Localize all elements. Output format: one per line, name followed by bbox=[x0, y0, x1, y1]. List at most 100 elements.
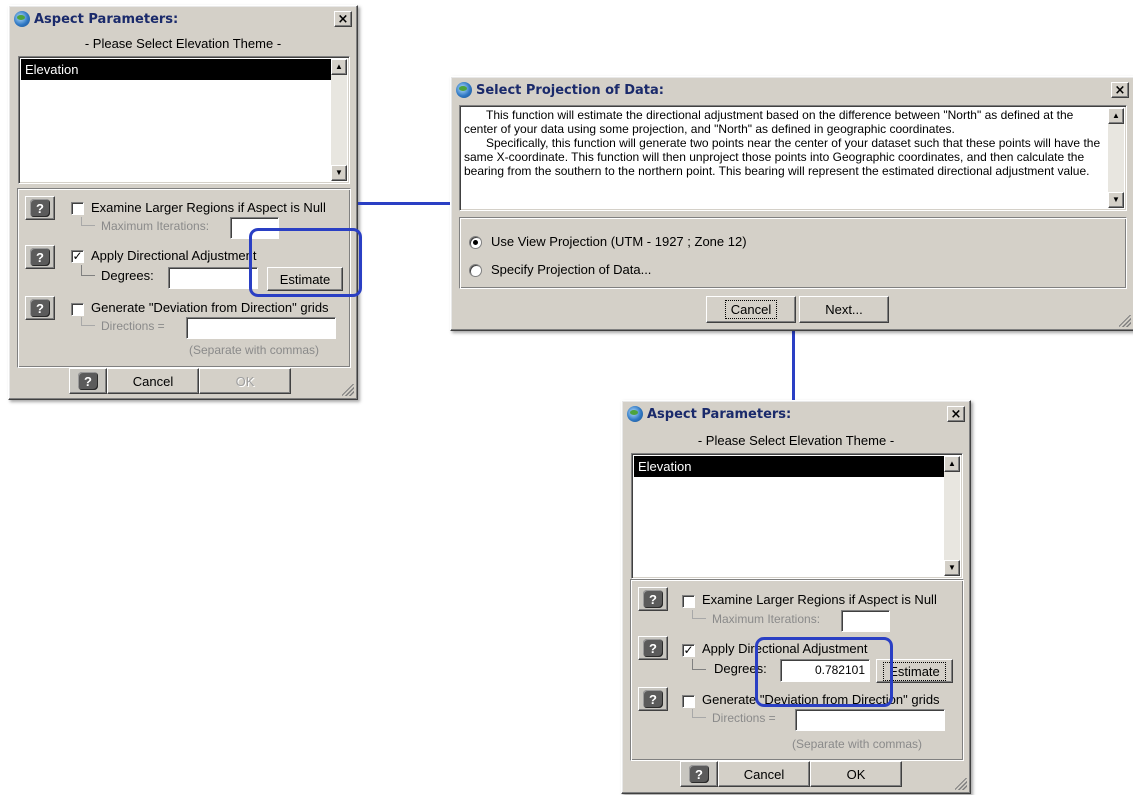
ok-label: OK bbox=[235, 373, 255, 389]
tree-connector bbox=[81, 317, 95, 326]
examine-label: Examine Larger Regions if Aspect is Null bbox=[91, 200, 326, 215]
generate-grids-checkbox[interactable] bbox=[71, 303, 84, 316]
projection-options-group bbox=[459, 217, 1127, 289]
title-bar[interactable]: Select Projection of Data: × bbox=[454, 80, 1131, 100]
theme-prompt: - Please Select Elevation Theme - bbox=[84, 36, 282, 51]
scroll-up-arrow-icon[interactable]: ▲ bbox=[1108, 108, 1124, 124]
help-icon: ? bbox=[30, 248, 50, 266]
tree-connector bbox=[692, 610, 706, 619]
degrees-field[interactable] bbox=[168, 267, 258, 289]
examine-checkbox[interactable] bbox=[682, 595, 695, 608]
max-iterations-label: Maximum Iterations: bbox=[101, 219, 210, 233]
dialog-title: Aspect Parameters: bbox=[647, 406, 792, 422]
help-icon: ? bbox=[30, 299, 50, 317]
apply-adjustment-checkbox[interactable]: ✓ bbox=[682, 644, 695, 657]
dialog-title: Aspect Parameters: bbox=[34, 11, 179, 27]
theme-list[interactable]: Elevation ▲ ▼ bbox=[631, 453, 963, 579]
generate-grids-checkbox[interactable] bbox=[682, 695, 695, 708]
ok-button[interactable]: OK bbox=[810, 761, 902, 787]
dialog-title: Select Projection of Data: bbox=[476, 82, 664, 98]
next-button[interactable]: Next... bbox=[799, 296, 889, 323]
examine-label: Examine Larger Regions if Aspect is Null bbox=[702, 592, 937, 607]
directions-field[interactable] bbox=[186, 317, 336, 339]
aspect-parameters-dialog-after: Aspect Parameters: × - Please Select Ele… bbox=[621, 400, 971, 794]
cancel-label: Cancel bbox=[743, 766, 785, 782]
cancel-button[interactable]: Cancel bbox=[718, 761, 810, 787]
tree-connector bbox=[692, 709, 706, 718]
theme-list[interactable]: Elevation ▲ ▼ bbox=[18, 56, 350, 184]
title-bar[interactable]: Aspect Parameters: × bbox=[12, 9, 354, 29]
generate-grids-label: Generate "Deviation from Direction" grid… bbox=[91, 300, 329, 315]
description-box: This function will estimate the directio… bbox=[459, 105, 1127, 211]
scroll-down-arrow-icon[interactable]: ▼ bbox=[331, 165, 347, 181]
ok-button[interactable]: OK bbox=[199, 368, 291, 394]
separate-hint: (Separate with commas) bbox=[792, 737, 923, 751]
help-icon: ? bbox=[78, 372, 98, 390]
close-button[interactable]: × bbox=[334, 11, 352, 27]
directions-label: Directions = bbox=[101, 319, 165, 333]
help-icon: ? bbox=[689, 765, 709, 783]
theme-list-scrollbar[interactable]: ▲ ▼ bbox=[944, 456, 960, 576]
tree-connector bbox=[692, 659, 706, 670]
description-paragraph-2: Specifically, this function will generat… bbox=[464, 136, 1101, 178]
resize-grip-icon[interactable] bbox=[342, 384, 354, 396]
description-text: This function will estimate the directio… bbox=[462, 108, 1106, 208]
description-scrollbar[interactable]: ▲ ▼ bbox=[1108, 108, 1124, 208]
connector-line-horizontal bbox=[358, 202, 450, 205]
tree-connector bbox=[81, 217, 95, 226]
globe-icon bbox=[456, 82, 472, 98]
degrees-highlight bbox=[755, 637, 893, 707]
help-button-examine[interactable]: ? bbox=[25, 196, 55, 220]
close-button[interactable]: × bbox=[947, 406, 965, 422]
help-icon: ? bbox=[643, 590, 663, 608]
tree-connector bbox=[81, 265, 95, 276]
help-button-generate[interactable]: ? bbox=[638, 687, 668, 711]
apply-adjustment-checkbox[interactable]: ✓ bbox=[71, 250, 84, 263]
theme-item-elevation[interactable]: Elevation bbox=[634, 456, 944, 477]
resize-grip-icon[interactable] bbox=[1119, 315, 1131, 327]
radio-specify-projection[interactable] bbox=[469, 264, 482, 277]
max-iterations-label: Maximum Iterations: bbox=[712, 612, 821, 626]
cancel-button[interactable]: Cancel bbox=[107, 368, 199, 394]
directions-field[interactable] bbox=[795, 709, 945, 731]
help-icon: ? bbox=[643, 639, 663, 657]
theme-prompt: - Please Select Elevation Theme - bbox=[697, 433, 895, 448]
connector-line-vertical bbox=[792, 330, 795, 400]
degrees-label: Degrees: bbox=[101, 268, 154, 283]
radio-use-view-projection[interactable] bbox=[469, 236, 482, 249]
scroll-up-arrow-icon[interactable]: ▲ bbox=[944, 456, 960, 472]
apply-adjustment-label: Apply Directional Adjustment bbox=[91, 248, 257, 263]
directions-label: Directions = bbox=[712, 711, 776, 725]
cancel-label: Cancel bbox=[132, 373, 174, 389]
help-icon: ? bbox=[30, 199, 50, 217]
help-button-apply[interactable]: ? bbox=[638, 636, 668, 660]
theme-item-elevation[interactable]: Elevation bbox=[21, 59, 331, 80]
specify-projection-label: Specify Projection of Data... bbox=[491, 262, 652, 277]
estimate-highlight bbox=[249, 228, 362, 297]
estimate-label: Estimate bbox=[883, 661, 946, 681]
aspect-parameters-dialog-before: Aspect Parameters: × - Please Select Ele… bbox=[8, 5, 358, 400]
cancel-label: Cancel bbox=[724, 300, 778, 319]
cancel-button[interactable]: Cancel bbox=[706, 296, 796, 323]
scroll-up-arrow-icon[interactable]: ▲ bbox=[331, 59, 347, 75]
scroll-down-arrow-icon[interactable]: ▼ bbox=[944, 560, 960, 576]
help-button-bottom[interactable]: ? bbox=[69, 368, 107, 394]
examine-checkbox[interactable] bbox=[71, 202, 84, 215]
theme-list-scrollbar[interactable]: ▲ ▼ bbox=[331, 59, 347, 181]
title-bar[interactable]: Aspect Parameters: × bbox=[625, 404, 967, 424]
next-label: Next... bbox=[825, 302, 863, 317]
resize-grip-icon[interactable] bbox=[955, 778, 967, 790]
help-icon: ? bbox=[643, 690, 663, 708]
description-paragraph-1: This function will estimate the directio… bbox=[464, 108, 1074, 136]
scroll-down-arrow-icon[interactable]: ▼ bbox=[1108, 192, 1124, 208]
ok-label: OK bbox=[846, 766, 866, 782]
select-projection-dialog: Select Projection of Data: × This functi… bbox=[450, 76, 1133, 331]
max-iterations-field[interactable] bbox=[841, 610, 890, 632]
close-button[interactable]: × bbox=[1111, 82, 1129, 98]
help-button-generate[interactable]: ? bbox=[25, 296, 55, 320]
help-button-bottom[interactable]: ? bbox=[680, 761, 718, 787]
globe-icon bbox=[627, 406, 643, 422]
separate-hint: (Separate with commas) bbox=[189, 343, 320, 357]
help-button-apply[interactable]: ? bbox=[25, 245, 55, 269]
help-button-examine[interactable]: ? bbox=[638, 587, 668, 611]
